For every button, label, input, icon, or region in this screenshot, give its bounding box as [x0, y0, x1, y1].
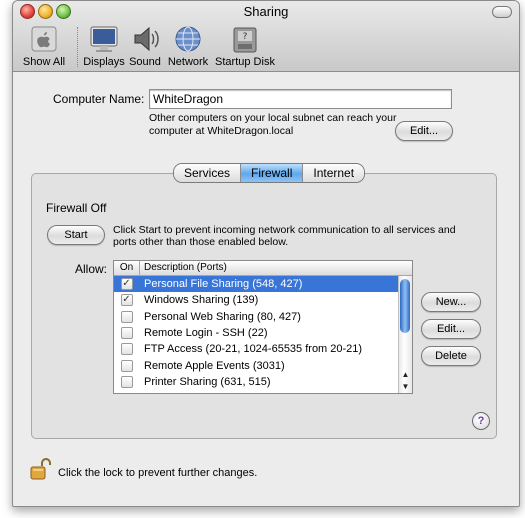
- table-row[interactable]: FTP Access (20-21, 1024-65535 from 20-21…: [114, 341, 412, 357]
- column-on-header[interactable]: On: [114, 261, 140, 275]
- scroll-up-arrow[interactable]: ▲: [399, 369, 412, 381]
- firewall-description-line1: Click Start to prevent incoming network …: [113, 224, 456, 236]
- toolbar-network[interactable]: Network: [167, 23, 209, 68]
- service-checkbox[interactable]: ✓: [120, 278, 133, 291]
- toolbar-sound[interactable]: Sound: [129, 23, 161, 68]
- toolbar-label: Show All: [22, 56, 66, 68]
- ports-table[interactable]: On Description (Ports) ✓ Personal File Sh…: [113, 260, 413, 394]
- service-description: Personal File Sharing (548, 427): [144, 278, 303, 291]
- toolbar-label: Network: [167, 56, 209, 68]
- globe-icon: [172, 23, 204, 55]
- table-row[interactable]: Printer Sharing (631, 515): [114, 374, 412, 390]
- toolbar-show-all[interactable]: Show All: [21, 23, 67, 68]
- allow-label: Allow:: [75, 262, 108, 276]
- lock-message: Click the lock to prevent further change…: [58, 467, 258, 479]
- row-on-cell: [114, 359, 139, 372]
- sharing-window: Sharing Show All Displays Sound Network …: [12, 0, 520, 507]
- column-description-header[interactable]: Description (Ports): [140, 261, 227, 275]
- toolbar-label: Sound: [129, 56, 161, 68]
- edit-computer-name-button[interactable]: Edit...: [395, 121, 453, 141]
- display-icon: [88, 23, 120, 55]
- new-rule-button[interactable]: New...: [421, 292, 481, 312]
- table-row[interactable]: ✓ Personal File Sharing (548, 427): [114, 276, 412, 293]
- service-checkbox[interactable]: ✓: [120, 294, 133, 307]
- service-description: FTP Access (20-21, 1024-65535 from 20-21…: [144, 343, 363, 356]
- firewall-status: Firewall Off: [46, 201, 107, 215]
- service-checkbox[interactable]: [120, 375, 133, 388]
- service-checkbox[interactable]: [120, 327, 133, 340]
- toolbar-startup-disk[interactable]: ? Startup Disk: [214, 23, 276, 68]
- table-rows: ✓ Personal File Sharing (548, 427) ✓ Window…: [114, 276, 412, 390]
- service-description: Printer Sharing (631, 515): [144, 375, 271, 388]
- service-checkbox[interactable]: [120, 343, 133, 356]
- delete-rule-button[interactable]: Delete: [421, 346, 481, 366]
- toolbar-displays[interactable]: Displays: [83, 23, 125, 68]
- tab-internet[interactable]: Internet: [302, 164, 365, 182]
- service-description: Remote Apple Events (3031): [144, 359, 285, 372]
- subnet-info-line1: Other computers on your local subnet can…: [149, 112, 397, 124]
- toolbar-toggle-button[interactable]: [492, 6, 512, 18]
- start-firewall-button[interactable]: Start: [47, 225, 105, 245]
- row-on-cell: [114, 327, 139, 340]
- disk-icon: ?: [229, 23, 261, 55]
- service-checkbox[interactable]: [120, 310, 133, 323]
- toolbar-label: Startup Disk: [215, 56, 275, 68]
- row-on-cell: [114, 343, 139, 356]
- window-title: Sharing: [243, 4, 289, 19]
- computer-name-field[interactable]: WhiteDragon: [149, 89, 452, 109]
- edit-rule-button[interactable]: Edit...: [421, 319, 481, 339]
- tab-bar: Services Firewall Internet: [173, 163, 366, 183]
- help-button[interactable]: ?: [472, 412, 490, 430]
- svg-text:?: ?: [243, 32, 248, 42]
- table-row[interactable]: Personal Web Sharing (80, 427): [114, 309, 412, 325]
- subnet-info-line2: computer at WhiteDragon.local: [149, 125, 294, 137]
- table-row[interactable]: ✓ Windows Sharing (139): [114, 292, 412, 308]
- toolbar-separator: [77, 27, 79, 67]
- service-description: Windows Sharing (139): [144, 294, 259, 307]
- service-checkbox[interactable]: [120, 359, 133, 372]
- speaker-icon: [129, 23, 161, 55]
- service-description: Remote Login - SSH (22): [144, 327, 268, 340]
- service-description: Personal Web Sharing (80, 427): [144, 310, 301, 323]
- apple-icon: [28, 23, 60, 55]
- computer-name-label: Computer Name:: [53, 92, 145, 106]
- table-row[interactable]: Remote Login - SSH (22): [114, 325, 412, 341]
- lock-icon[interactable]: [29, 457, 51, 481]
- tab-firewall[interactable]: Firewall: [240, 164, 303, 182]
- scrollbar-thumb[interactable]: [400, 279, 410, 333]
- title-toolbar: Sharing Show All Displays Sound Network …: [13, 1, 519, 72]
- row-on-cell: ✓: [114, 294, 139, 307]
- table-row[interactable]: Remote Apple Events (3031): [114, 357, 412, 373]
- toolbar-label: Displays: [83, 56, 125, 68]
- firewall-description-line2: ports other than those enabled below.: [113, 236, 289, 248]
- row-on-cell: ✓: [114, 278, 139, 291]
- row-on-cell: [114, 310, 139, 323]
- scroll-down-arrow[interactable]: ▼: [399, 381, 412, 393]
- tab-services[interactable]: Services: [174, 164, 241, 182]
- row-on-cell: [114, 375, 139, 388]
- table-header: On Description (Ports): [114, 261, 412, 276]
- vertical-scrollbar[interactable]: ▲ ▼: [398, 276, 412, 393]
